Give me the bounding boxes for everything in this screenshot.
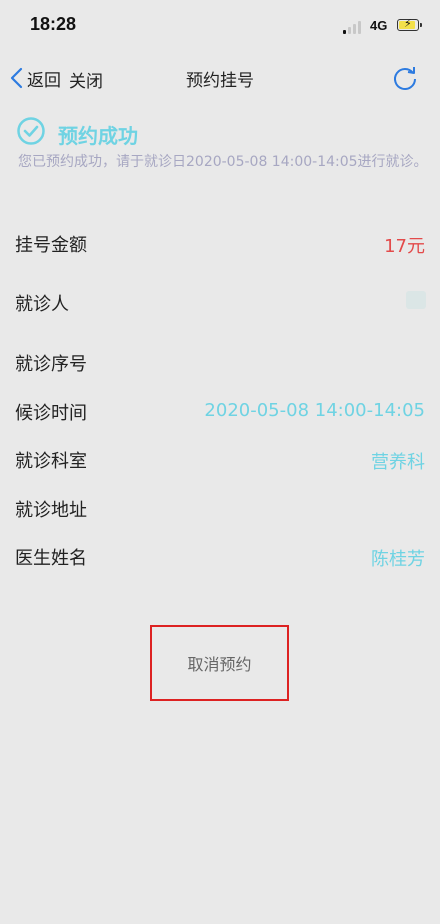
battery-icon: ⚡ (397, 17, 422, 31)
department-value: 营养科 (371, 452, 425, 473)
patient-value (406, 291, 426, 309)
network-label: 4G (370, 18, 388, 33)
detail-label: 就诊人 (15, 294, 69, 315)
nav-bar: 返回 关闭 预约挂号 (0, 52, 440, 104)
refresh-icon[interactable] (391, 64, 419, 92)
detail-row-patient: 就诊人 (0, 279, 440, 323)
detail-label: 就诊地址 (15, 500, 87, 521)
detail-row-sequence: 就诊序号 (0, 339, 440, 383)
page-title: 预约挂号 (186, 71, 254, 91)
detail-label: 就诊序号 (15, 354, 87, 375)
wait-time-value: 2020-05-08 14:00-14:05 (204, 400, 425, 421)
detail-label: 就诊科室 (15, 451, 87, 472)
status-time: 18:28 (30, 14, 77, 34)
cancel-appointment-button[interactable]: 取消预约 (150, 625, 289, 701)
detail-label: 医生姓名 (15, 548, 87, 569)
status-bar: 18:28 4G ⚡ (0, 0, 440, 52)
detail-row-address: 就诊地址 (0, 485, 440, 529)
cancel-label: 取消预约 (187, 655, 252, 674)
doctor-value: 陈桂芳 (371, 549, 425, 570)
success-description: 您已预约成功，请于就诊日2020-05-08 14:00-14:05进行就诊。 (18, 154, 428, 170)
detail-row-wait-time: 候诊时间 2020-05-08 14:00-14:05 (0, 388, 440, 432)
check-circle-icon (17, 117, 45, 145)
detail-row-fee: 挂号金额 17元 (0, 220, 440, 264)
signal-icon (343, 20, 367, 34)
detail-label: 挂号金额 (15, 235, 87, 256)
detail-row-department: 就诊科室 营养科 (0, 436, 440, 480)
fee-value: 17元 (384, 236, 425, 257)
detail-label: 候诊时间 (15, 403, 87, 424)
detail-row-doctor: 医生姓名 陈桂芳 (0, 533, 440, 577)
success-title: 预约成功 (58, 124, 138, 148)
